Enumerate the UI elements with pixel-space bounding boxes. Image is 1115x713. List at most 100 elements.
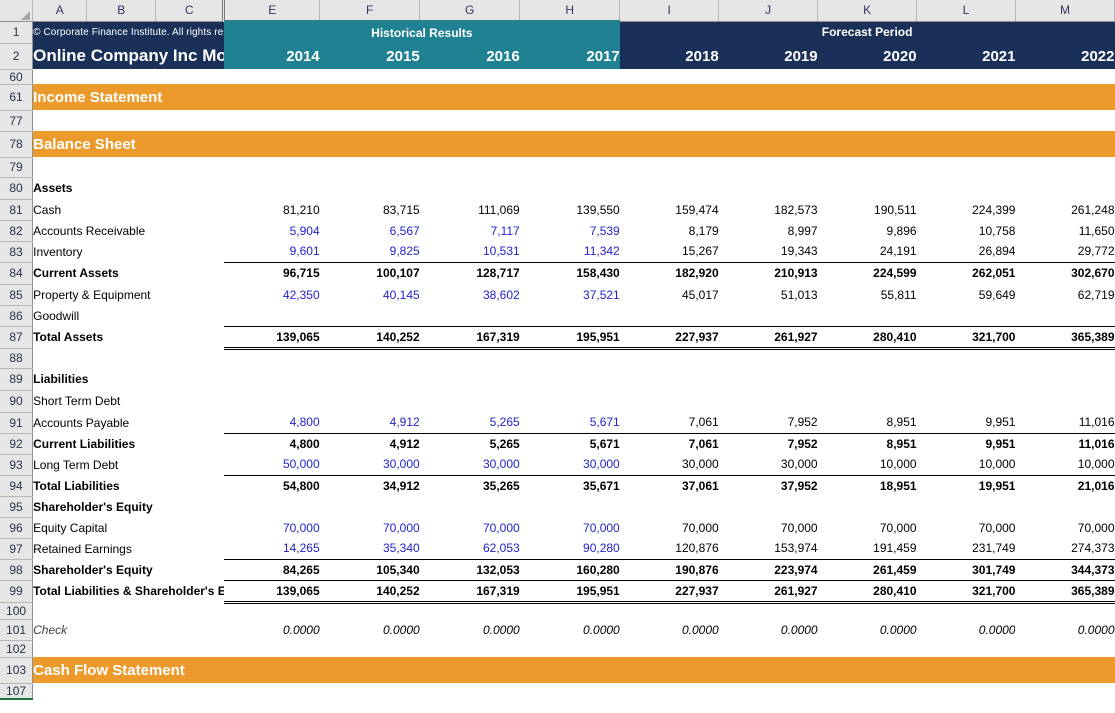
cell-value[interactable]: 11,016 (1015, 433, 1114, 454)
row-number-101[interactable]: 101 (0, 619, 33, 640)
cell-value[interactable]: 14,265 (224, 538, 320, 559)
cell-value[interactable]: 153,974 (719, 538, 818, 559)
cell-value[interactable] (719, 390, 818, 412)
cell-value[interactable]: 105,340 (320, 559, 420, 580)
cell-value[interactable]: 42,350 (224, 284, 320, 305)
row-number-88[interactable]: 88 (0, 348, 33, 368)
cell-value[interactable]: 4,912 (320, 412, 420, 433)
cell-value[interactable] (420, 390, 520, 412)
row-number-90[interactable]: 90 (0, 390, 33, 412)
cell-value[interactable]: 45,017 (620, 284, 719, 305)
cell-value[interactable] (620, 305, 719, 326)
cell-value[interactable]: 9,951 (917, 433, 1016, 454)
cell-value[interactable]: 140,252 (320, 326, 420, 348)
cell-value[interactable]: 5,671 (520, 433, 620, 454)
row-number-95[interactable]: 95 (0, 496, 33, 517)
cell-value[interactable]: 30,000 (420, 454, 520, 475)
cell-value[interactable]: 37,521 (520, 284, 620, 305)
cell-value[interactable]: 38,602 (420, 284, 520, 305)
cell-value[interactable]: 62,719 (1015, 284, 1114, 305)
row-number-80[interactable]: 80 (0, 177, 33, 199)
cell-value[interactable]: 70,000 (520, 517, 620, 538)
column-header-i[interactable]: I (620, 0, 719, 21)
cell-value[interactable]: 50,000 (224, 454, 320, 475)
cell-value[interactable]: 182,920 (620, 262, 719, 284)
cell-value[interactable]: 0.0000 (719, 619, 818, 640)
cell-value[interactable]: 11,016 (1015, 412, 1114, 433)
section-header-balance-sheet[interactable]: Balance Sheet (33, 131, 1115, 157)
cell-value[interactable]: 90,280 (520, 538, 620, 559)
cell-value[interactable]: 321,700 (917, 326, 1016, 348)
cell-value[interactable]: 111,069 (420, 199, 520, 220)
cell-value[interactable]: 0.0000 (224, 619, 320, 640)
cell-value[interactable]: 18,951 (818, 475, 917, 496)
cell-value[interactable]: 30,000 (320, 454, 420, 475)
row-number-86[interactable]: 86 (0, 305, 33, 326)
cell-value[interactable]: 132,053 (420, 559, 520, 580)
cell-value[interactable]: 8,951 (818, 412, 917, 433)
row-number-61[interactable]: 61 (0, 84, 33, 110)
cell-value[interactable]: 70,000 (719, 517, 818, 538)
column-header-h[interactable]: H (520, 0, 620, 21)
cell-value[interactable]: 37,952 (719, 475, 818, 496)
cell-value[interactable] (719, 305, 818, 326)
cell-value[interactable]: 9,601 (224, 241, 320, 262)
cell-value[interactable]: 195,951 (520, 326, 620, 348)
column-header-b[interactable]: B (87, 0, 156, 21)
column-header-f[interactable]: F (320, 0, 420, 21)
cell-value[interactable]: 210,913 (719, 262, 818, 284)
cell-value[interactable]: 261,459 (818, 559, 917, 580)
row-number-79[interactable]: 79 (0, 157, 33, 177)
cell-value[interactable]: 7,117 (420, 220, 520, 241)
cell-value[interactable]: 70,000 (1015, 517, 1114, 538)
cell-value[interactable]: 224,599 (818, 262, 917, 284)
cell-value[interactable]: 100,107 (320, 262, 420, 284)
cell-value[interactable]: 0.0000 (620, 619, 719, 640)
cell-value[interactable]: 10,000 (818, 454, 917, 475)
cell-value[interactable]: 10,000 (917, 454, 1016, 475)
cell-value[interactable]: 5,904 (224, 220, 320, 241)
cell-value[interactable]: 139,065 (224, 326, 320, 348)
row-number-98[interactable]: 98 (0, 559, 33, 580)
row-number-107[interactable]: 107 (0, 683, 33, 699)
cell-value[interactable]: 19,343 (719, 241, 818, 262)
cell-value[interactable]: 51,013 (719, 284, 818, 305)
row-number-2[interactable]: 2 (0, 43, 33, 69)
cell-value[interactable]: 4,800 (224, 433, 320, 454)
cell-value[interactable]: 140,252 (320, 580, 420, 602)
row-number-97[interactable]: 97 (0, 538, 33, 559)
cell-value[interactable] (1015, 305, 1114, 326)
section-header-income-statement[interactable]: Income Statement (33, 84, 1115, 110)
cell-value[interactable]: 96,715 (224, 262, 320, 284)
cell-value[interactable]: 35,340 (320, 538, 420, 559)
row-number-84[interactable]: 84 (0, 262, 33, 284)
cell-value[interactable]: 0.0000 (320, 619, 420, 640)
cell-value[interactable]: 40,145 (320, 284, 420, 305)
cell-value[interactable]: 59,649 (917, 284, 1016, 305)
row-number-83[interactable]: 83 (0, 241, 33, 262)
cell-value[interactable]: 8,997 (719, 220, 818, 241)
cell-value[interactable]: 70,000 (224, 517, 320, 538)
column-header-l[interactable]: L (917, 0, 1016, 21)
cell-value[interactable]: 55,811 (818, 284, 917, 305)
row-number-60[interactable]: 60 (0, 69, 33, 84)
cell-value[interactable]: 7,952 (719, 433, 818, 454)
cell-value[interactable]: 10,758 (917, 220, 1016, 241)
row-number-99[interactable]: 99 (0, 580, 33, 602)
cell-value[interactable]: 160,280 (520, 559, 620, 580)
cell-value[interactable]: 344,373 (1015, 559, 1114, 580)
cell-value[interactable] (320, 305, 420, 326)
cell-value[interactable]: 9,951 (917, 412, 1016, 433)
cell-value[interactable]: 302,670 (1015, 262, 1114, 284)
cell-value[interactable]: 139,550 (520, 199, 620, 220)
cell-value[interactable]: 0.0000 (1015, 619, 1114, 640)
cell-value[interactable] (224, 390, 320, 412)
cell-value[interactable] (420, 305, 520, 326)
cell-value[interactable]: 365,389 (1015, 580, 1114, 602)
cell-value[interactable]: 139,065 (224, 580, 320, 602)
cell-value[interactable]: 70,000 (818, 517, 917, 538)
cell-value[interactable] (320, 390, 420, 412)
cell-value[interactable] (818, 305, 917, 326)
cell-value[interactable]: 7,539 (520, 220, 620, 241)
cell-value[interactable]: 8,179 (620, 220, 719, 241)
